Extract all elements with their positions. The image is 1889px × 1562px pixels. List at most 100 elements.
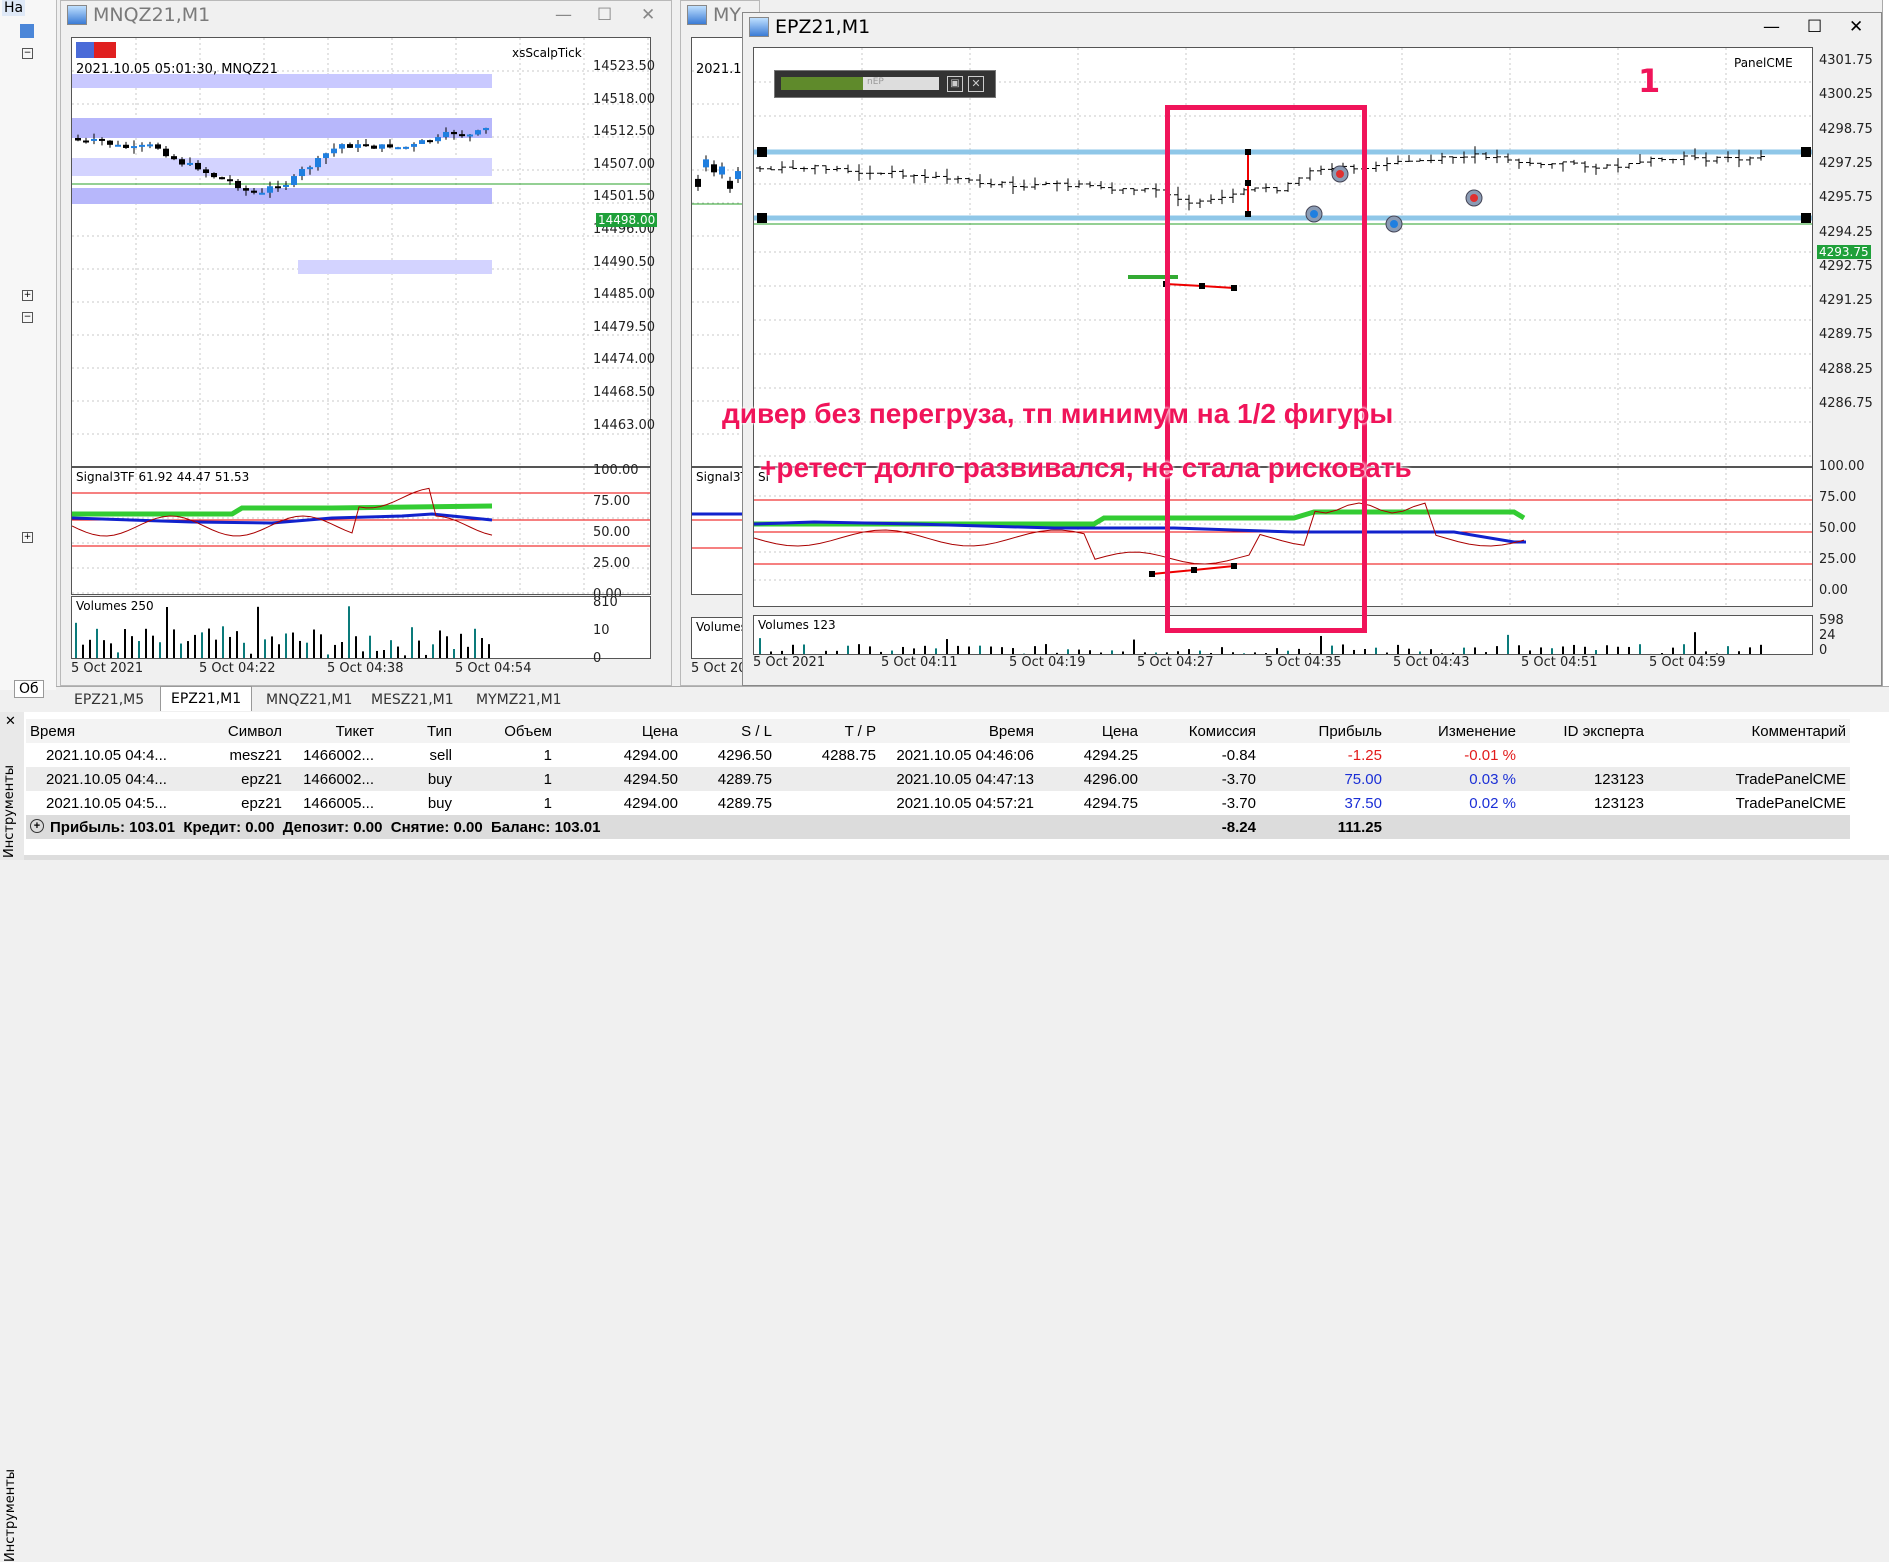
level-anchor — [1801, 147, 1811, 157]
column-header[interactable]: Изменение — [1386, 719, 1520, 743]
table-row[interactable]: 2021.10.05 04:5... epz21 1466005... buy 1 429… — [26, 791, 1850, 815]
expand-icon[interactable]: − — [22, 48, 33, 59]
panel-progress: nEP — [781, 77, 939, 90]
table-row[interactable]: 2021.10.05 04:4... epz21 1466002... buy 1 429… — [26, 767, 1850, 791]
axis-tick-label: 14485.00 — [593, 287, 656, 303]
candle-body — [107, 140, 113, 145]
chart-tab[interactable]: MNQZ21,M1 — [256, 688, 362, 712]
table-cell: 37.50 — [1344, 794, 1382, 812]
candle-body — [195, 162, 201, 170]
zone-band — [72, 118, 492, 138]
axis-tick-label: 4292.75 — [1819, 258, 1873, 274]
signal-canvas — [72, 468, 650, 594]
chart-window-icon — [67, 5, 87, 25]
expand-icon[interactable]: − — [22, 312, 33, 323]
chart-window-icon — [687, 5, 707, 25]
toolbox-vertical-label: Инструменты — [3, 1468, 18, 1562]
column-header[interactable]: Объем — [456, 719, 556, 743]
navigator-tab[interactable]: На — [2, 0, 26, 16]
axis-tick-label: 24 — [1819, 628, 1836, 643]
expand-icon[interactable]: + — [22, 290, 33, 301]
candle-body — [459, 134, 465, 137]
column-header[interactable]: Прибыль — [1260, 719, 1386, 743]
column-header[interactable]: Тикет — [286, 719, 378, 743]
chart-window-mnq[interactable]: MNQZ21,M1 — ☐ ✕ 2021.10.05 05:01:30, MNQ… — [60, 0, 672, 686]
toolbox-vertical-text: Инструменты — [2, 764, 17, 858]
signal-label: Signal3TF 61.92 44.47 51.53 — [76, 470, 250, 484]
time-label: 5 Oct 04:35 — [1265, 655, 1342, 670]
minimize-icon[interactable]: — — [1763, 17, 1780, 37]
axis-tick-label: 14468.50 — [593, 385, 656, 400]
column-header[interactable]: Символ — [184, 719, 286, 743]
table-cell: 4294.75 — [1083, 794, 1138, 812]
level-anchor — [1801, 213, 1811, 223]
table-cell: 4294.00 — [623, 794, 678, 812]
table-cell: 4294.25 — [1083, 746, 1138, 764]
column-header[interactable]: Комментарий — [1648, 719, 1850, 743]
table-cell: 2021.10.05 04:4... — [46, 746, 167, 764]
table-row[interactable]: 2021.10.05 04:4... mesz21 1466002... sell 1 4… — [26, 743, 1850, 767]
column-header[interactable]: ID эксперта — [1520, 719, 1648, 743]
volume-canvas — [75, 606, 490, 658]
price-chart-mnq[interactable]: 2021.10.05 05:01:30, MNQZ21 xsScalpTick — [71, 37, 651, 467]
column-header[interactable]: Время — [880, 719, 1038, 743]
chart-window-epz[interactable]: EPZ21,M1 — ☐ ✕ nEP ▣ ✕ PanelCME 1 4301.7… — [742, 12, 1882, 686]
table-cell: -0.84 — [1221, 746, 1256, 764]
table-cell: -1.25 — [1347, 746, 1382, 764]
panel-restore-icon[interactable]: ▣ — [947, 76, 963, 92]
volumes-label: Volumes — [696, 620, 747, 634]
candle-body — [363, 144, 369, 147]
minimize-icon[interactable]: — — [555, 5, 572, 25]
column-header[interactable]: Время — [26, 719, 184, 743]
close-icon[interactable]: ✕ — [641, 5, 655, 25]
window-titlebar[interactable]: MNQZ21,M1 — [61, 1, 671, 29]
close-icon[interactable]: ✕ — [1849, 17, 1863, 37]
time-label: 5 Oct 04:38 — [327, 661, 404, 676]
candle-body — [735, 171, 741, 180]
time-label: 5 Oct 04:11 — [881, 655, 958, 670]
column-header[interactable]: Цена — [1038, 719, 1142, 743]
chart-tab[interactable]: EPZ21,M5 — [64, 688, 154, 712]
chart-tab[interactable]: MYMZ21,M1 — [466, 688, 572, 712]
table-cell: 1 — [543, 746, 552, 764]
column-header[interactable]: Тип — [378, 719, 456, 743]
table-cell: 2021.10.05 04:4... — [46, 770, 167, 788]
candle-body — [307, 167, 313, 170]
chart-timestamp: 2021.10.05 05:01:30, MNQZ21 — [76, 62, 278, 77]
current-price-tag: 4293.75 — [1817, 245, 1871, 259]
bottom-scrollbar[interactable] — [24, 855, 1889, 860]
axis-tick-label: 14463.00 — [593, 417, 656, 433]
candle-body — [291, 176, 297, 186]
axis-tick-label: 25.00 — [593, 556, 631, 571]
indicator-toggle-icon[interactable] — [76, 42, 116, 58]
navigator-bottom-tab[interactable]: Об — [14, 680, 44, 698]
candle-body — [115, 144, 121, 147]
price-chart-canvas — [72, 38, 650, 466]
window-titlebar[interactable]: EPZ21,M1 — [743, 13, 1881, 41]
table-cell: 123123 — [1593, 770, 1644, 788]
chart-tab[interactable]: EPZ21,M1 — [160, 686, 253, 711]
column-header[interactable]: S / L — [682, 719, 776, 743]
table-cell: 4294.50 — [623, 770, 678, 788]
maximize-icon[interactable]: ☐ — [597, 5, 612, 25]
candle-body — [395, 147, 401, 150]
chart-tab[interactable]: MESZ21,M1 — [361, 688, 464, 712]
summary-plus-icon[interactable]: + — [30, 819, 44, 833]
table-cell: TradePanelCME — [1735, 770, 1846, 788]
axis-tick-label: 14507.00 — [593, 156, 656, 172]
maximize-icon[interactable]: ☐ — [1807, 17, 1822, 37]
panel-close-icon[interactable]: ✕ — [968, 76, 984, 92]
column-header[interactable]: Цена — [556, 719, 682, 743]
toolbox-close-icon[interactable]: ✕ — [5, 714, 16, 729]
trade-panel-mini[interactable]: nEP ▣ ✕ — [774, 70, 996, 98]
table-cell: 0.03 % — [1469, 770, 1516, 788]
candle-body — [347, 144, 353, 148]
column-header[interactable]: T / P — [776, 719, 880, 743]
axis-tick-label: 50.00 — [593, 525, 631, 540]
level-anchor — [757, 147, 767, 157]
summary-profit: 111.25 — [1337, 818, 1382, 836]
table-cell: 4289.75 — [717, 770, 772, 788]
expand-icon[interactable]: + — [22, 532, 33, 543]
column-header[interactable]: Комиссия — [1142, 719, 1260, 743]
navigator-tree-icon — [20, 24, 34, 38]
